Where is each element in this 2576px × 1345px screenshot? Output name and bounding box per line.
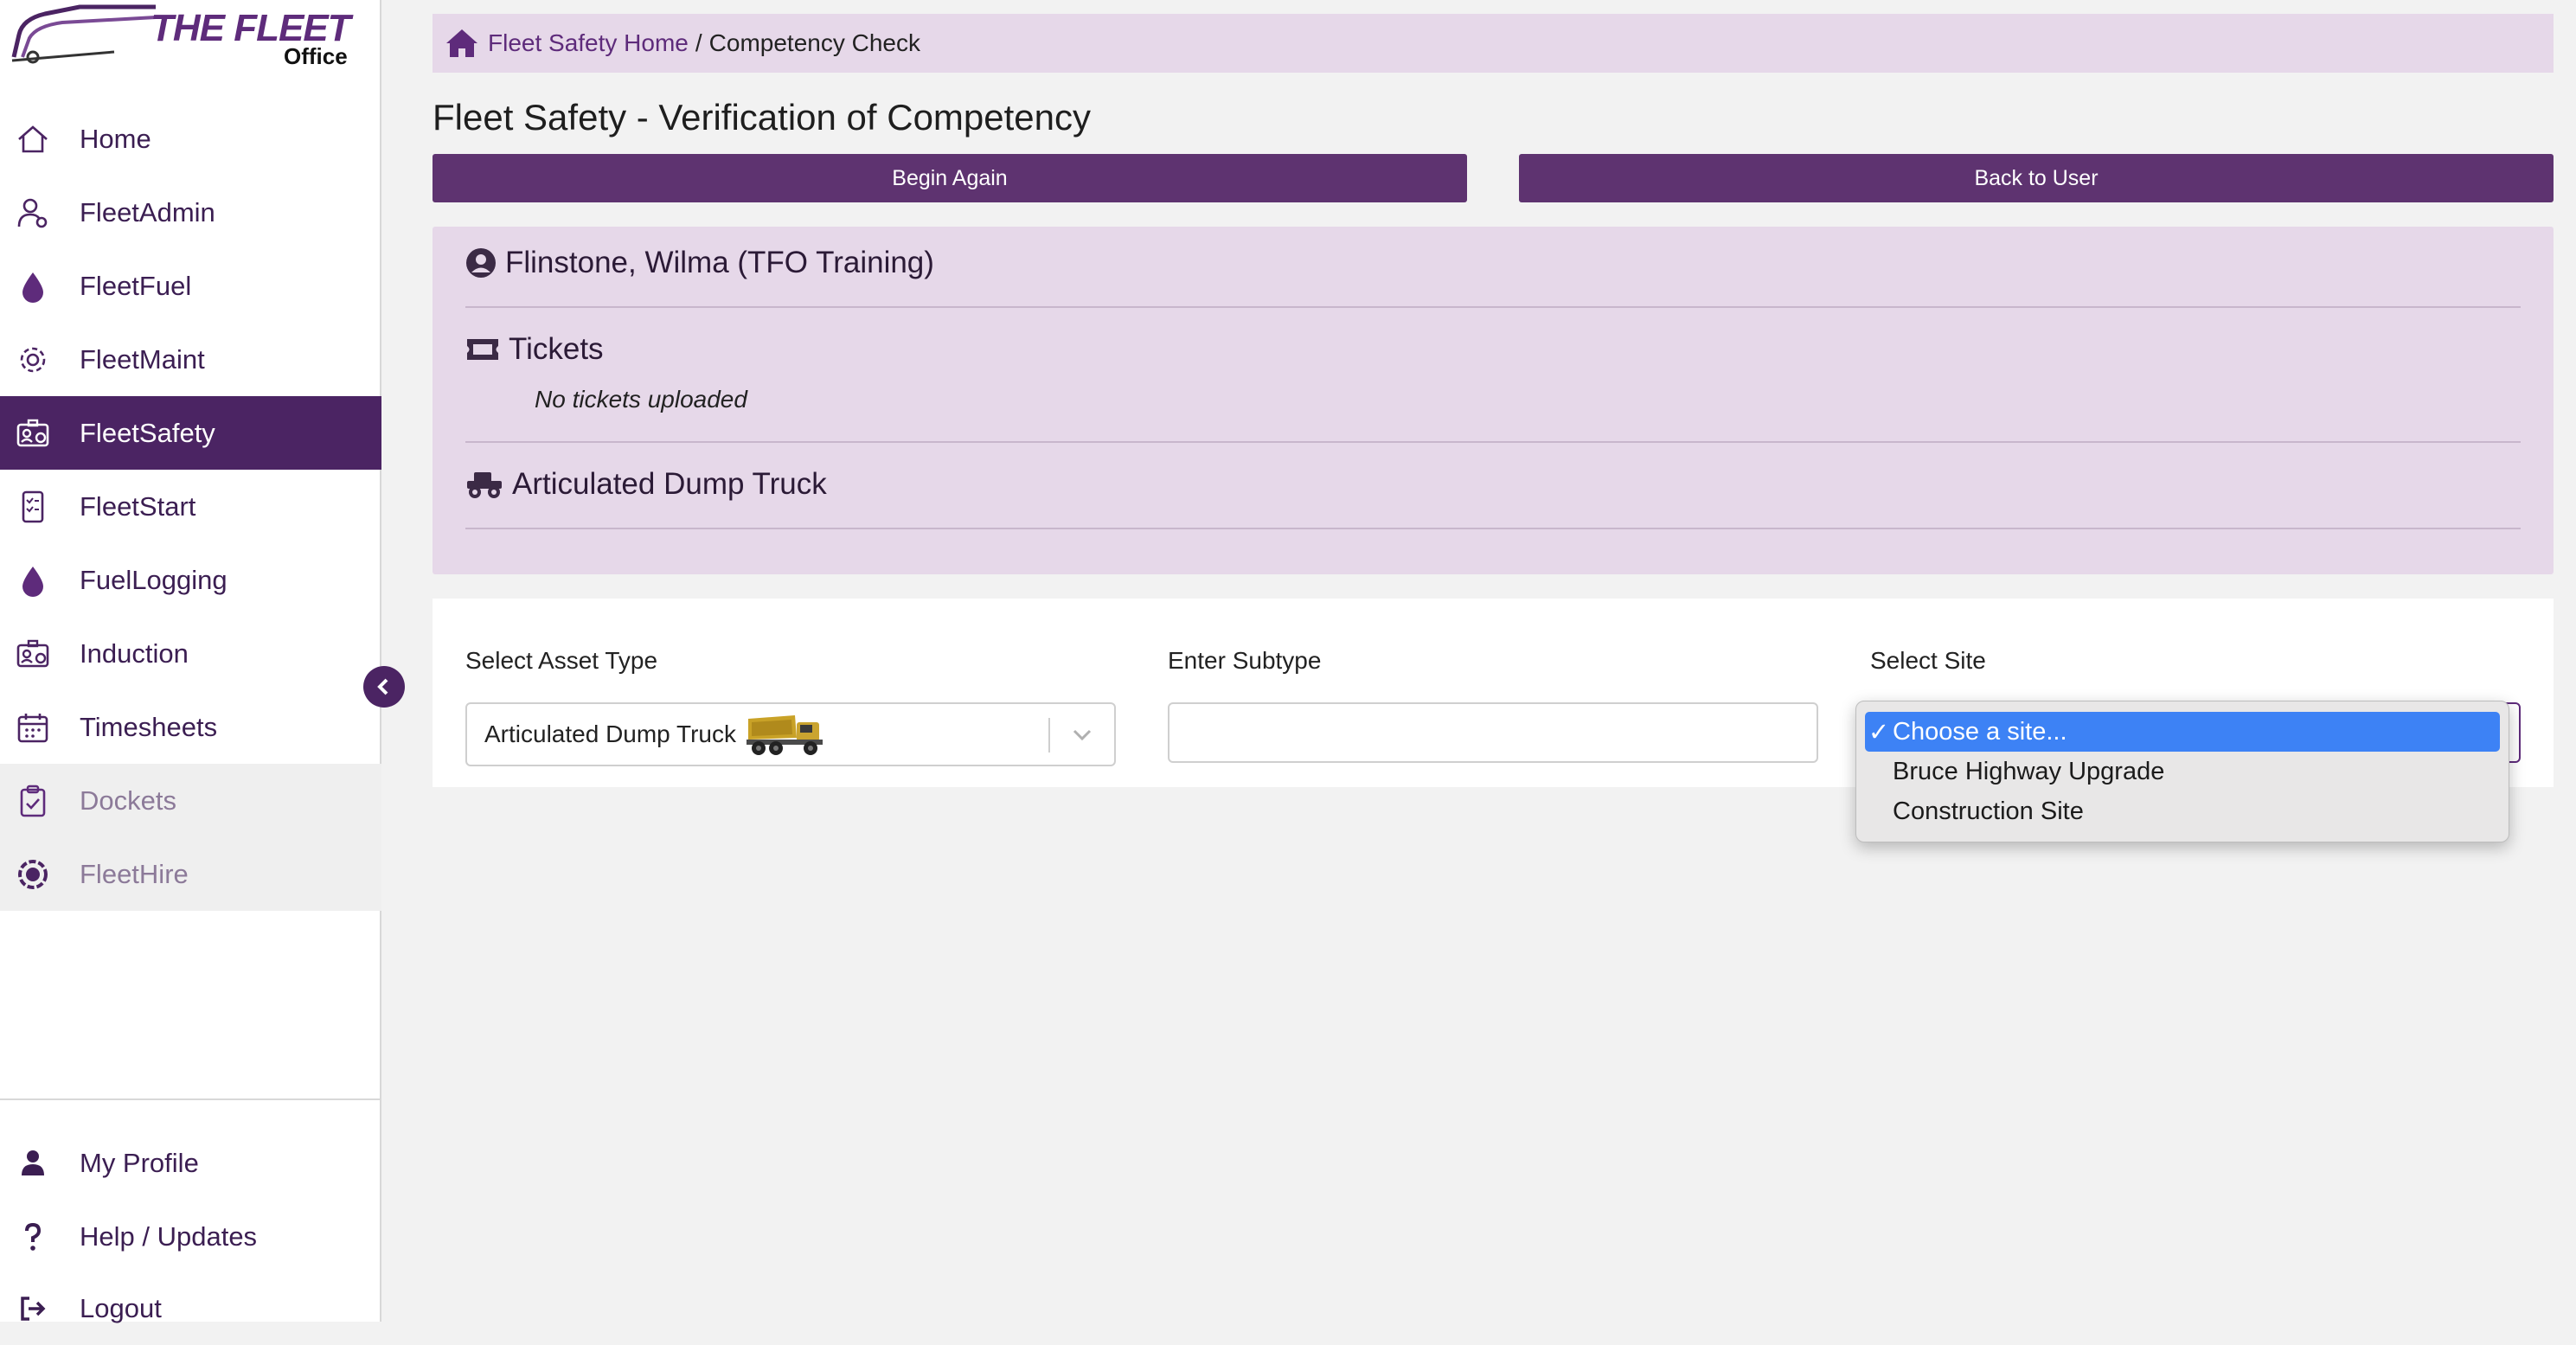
sidebar: THE FLEET Office Home FleetAdmin FleetFu… [0, 0, 381, 1323]
fuel-drop-icon [14, 561, 52, 599]
sidebar-item-logout[interactable]: Logout [0, 1271, 381, 1345]
question-icon [14, 1218, 52, 1256]
home-icon [446, 29, 477, 57]
sidebar-divider [0, 1098, 381, 1100]
sidebar-item-induction[interactable]: Induction [0, 617, 381, 690]
sidebar-item-fleetstart[interactable]: FleetStart [0, 470, 381, 543]
sidebar-item-label: Logout [80, 1292, 162, 1323]
sidebar-item-label: Induction [80, 637, 189, 669]
divider [465, 306, 2521, 308]
sidebar-item-dockets[interactable]: Dockets [0, 764, 381, 837]
divider [465, 528, 2521, 529]
sidebar-item-fleetfuel[interactable]: FleetFuel [0, 249, 381, 323]
sidebar-item-label: FleetHire [80, 858, 189, 889]
no-tickets-message: No tickets uploaded [535, 386, 747, 413]
sidebar-item-home[interactable]: Home [0, 102, 381, 176]
sidebar-item-label: My Profile [80, 1147, 199, 1178]
tickets-heading: Tickets [509, 332, 604, 366]
sidebar-item-label: Dockets [80, 785, 176, 816]
site-option-label: Choose a site... [1893, 717, 2067, 746]
site-option-label: Construction Site [1893, 797, 2084, 825]
sidebar-item-label: FleetAdmin [80, 196, 215, 227]
logo-subtitle: Office [284, 43, 348, 69]
sidebar-item-my-profile[interactable]: My Profile [0, 1126, 381, 1200]
id-badge-icon [14, 414, 52, 452]
chevron-left-icon [377, 678, 388, 695]
site-option-construction-site[interactable]: Construction Site [1865, 791, 2500, 831]
asset-type-select[interactable]: Articulated Dump Truck [465, 702, 1116, 766]
monster-truck-icon [467, 472, 502, 498]
asset-type-row: Articulated Dump Truck [465, 467, 827, 502]
breadcrumb: Fleet Safety Home / Competency Check [433, 14, 2554, 73]
fuel-drop-icon [14, 267, 52, 305]
sidebar-item-timesheets[interactable]: Timesheets [0, 690, 381, 764]
user-circle-icon [466, 248, 496, 278]
competency-info-panel: Flinstone, Wilma (TFO Training) Tickets … [433, 227, 2554, 574]
sidebar-item-label: Help / Updates [80, 1220, 258, 1252]
ticket-icon [467, 339, 498, 360]
user-name: Flinstone, Wilma (TFO Training) [505, 246, 934, 279]
id-badge-icon [14, 635, 52, 673]
sidebar-item-help-updates[interactable]: Help / Updates [0, 1200, 381, 1273]
back-to-user-button[interactable]: Back to User [1519, 154, 2554, 202]
sidebar-item-label: FleetSafety [80, 417, 215, 448]
breadcrumb-separator: / [695, 29, 702, 56]
clipboard-check-icon [14, 782, 52, 820]
asset-type-name: Articulated Dump Truck [512, 467, 827, 501]
calendar-icon [14, 708, 52, 746]
sidebar-item-label: FleetMaint [80, 343, 205, 375]
site-option-bruce-highway-upgrade[interactable]: Bruce Highway Upgrade [1865, 752, 2500, 791]
tickets-heading-row: Tickets [465, 332, 604, 367]
sidebar-item-fleethire[interactable]: FleetHire [0, 837, 381, 911]
collapse-sidebar-button[interactable] [363, 666, 405, 708]
sidebar-item-fuellogging[interactable]: FuelLogging [0, 543, 381, 617]
checklist-phone-icon [14, 488, 52, 526]
fleet-office-logo[interactable]: THE FLEET Office [10, 0, 356, 74]
sidebar-item-label: FuelLogging [80, 564, 227, 595]
sidebar-item-fleetsafety[interactable]: FleetSafety [0, 396, 381, 470]
site-option-label: Bruce Highway Upgrade [1893, 757, 2165, 785]
asset-type-selected-value: Articulated Dump Truck [484, 721, 736, 747]
user-row: Flinstone, Wilma (TFO Training) [465, 246, 934, 280]
checkmark-icon: ✓ [1868, 718, 1890, 746]
sidebar-item-fleetadmin[interactable]: FleetAdmin [0, 176, 381, 249]
subtype-input[interactable] [1168, 702, 1818, 763]
site-dropdown-list: ✓ Choose a site... Bruce Highway Upgrade… [1855, 701, 2509, 842]
user-icon [14, 1144, 52, 1182]
chevron-down-icon [1073, 729, 1092, 741]
gear-icon [14, 341, 52, 379]
breadcrumb-current: Competency Check [708, 29, 920, 56]
user-gear-icon [14, 194, 52, 232]
divider [465, 441, 2521, 443]
dump-truck-thumbnail-icon [747, 715, 823, 755]
select-divider [1048, 718, 1050, 753]
sidebar-item-label: FleetStart [80, 490, 196, 522]
site-option-choose[interactable]: ✓ Choose a site... [1865, 712, 2500, 752]
site-label: Select Site [1870, 647, 1986, 674]
begin-again-button[interactable]: Begin Again [433, 154, 1467, 202]
sidebar-item-label: Home [80, 123, 151, 154]
sidebar-item-fleetmaint[interactable]: FleetMaint [0, 323, 381, 396]
breadcrumb-home-link[interactable]: Fleet Safety Home [488, 29, 689, 57]
subtype-label: Enter Subtype [1168, 647, 1322, 674]
page-title: Fleet Safety - Verification of Competenc… [433, 97, 1092, 138]
asset-type-label: Select Asset Type [465, 647, 658, 674]
sidebar-item-label: Timesheets [80, 711, 218, 742]
sidebar-item-label: FleetFuel [80, 270, 192, 301]
home-icon [14, 120, 52, 158]
erp-wheel-icon [14, 855, 52, 893]
truck-outline-logo-icon [11, 4, 157, 64]
